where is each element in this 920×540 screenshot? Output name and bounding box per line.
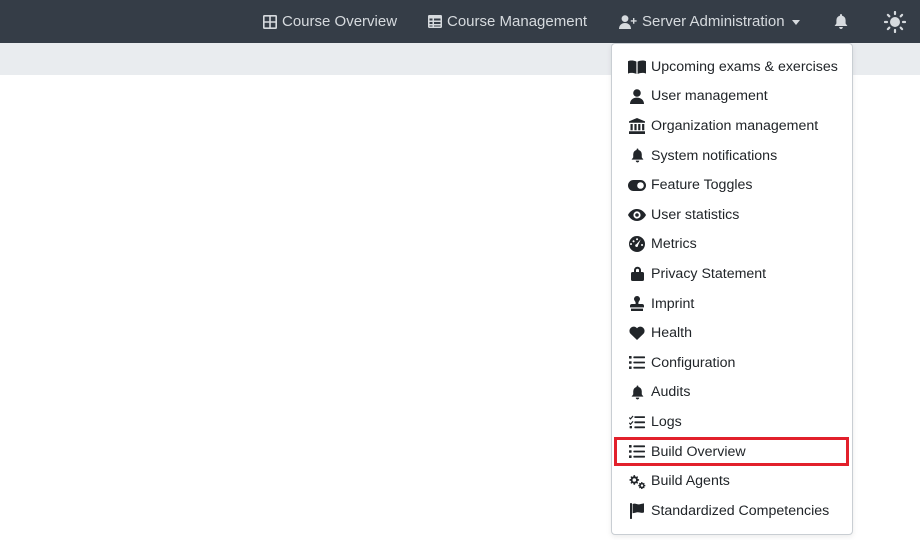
menu-item-health[interactable]: Health bbox=[612, 318, 852, 348]
menu-item-label: Feature Toggles bbox=[651, 177, 753, 194]
bell-icon bbox=[628, 384, 646, 400]
tasks-icon bbox=[628, 414, 646, 430]
user-plus-icon bbox=[619, 14, 637, 29]
nav-course-management-label: Course Management bbox=[447, 13, 588, 30]
menu-item-label: Build Overview bbox=[651, 443, 746, 460]
menu-item-standardized-competencies[interactable]: Standardized Competencies bbox=[612, 496, 852, 526]
nav-course-overview-label: Course Overview bbox=[282, 13, 398, 30]
menu-item-label: Upcoming exams & exercises bbox=[651, 58, 838, 75]
menu-item-label: Privacy Statement bbox=[651, 265, 767, 282]
menu-item-label: User management bbox=[651, 88, 768, 105]
tachometer-icon bbox=[628, 236, 646, 253]
menu-item-label: Logs bbox=[651, 413, 682, 430]
nav-course-overview[interactable]: Course Overview bbox=[263, 0, 397, 43]
bell-icon bbox=[628, 148, 646, 164]
menu-item-imprint[interactable]: Imprint bbox=[612, 289, 852, 319]
list-icon bbox=[628, 444, 646, 460]
nav-server-administration-label: Server Administration bbox=[642, 13, 785, 30]
menu-item-configuration[interactable]: Configuration bbox=[612, 348, 852, 378]
table-icon bbox=[428, 15, 442, 28]
server-administration-dropdown: Upcoming exams & exercises User managemen… bbox=[611, 43, 853, 535]
menu-item-privacy-statement[interactable]: Privacy Statement bbox=[612, 259, 852, 289]
menu-item-label: System notifications bbox=[651, 147, 778, 164]
menu-item-label: Imprint bbox=[651, 295, 695, 312]
menu-item-label: User statistics bbox=[651, 206, 740, 223]
sun-icon bbox=[884, 10, 906, 33]
nav-course-management[interactable]: Course Management bbox=[428, 0, 587, 43]
menu-item-build-overview[interactable]: Build Overview bbox=[614, 436, 849, 467]
th-large-icon bbox=[263, 14, 277, 29]
theme-toggle-button[interactable] bbox=[884, 0, 911, 43]
toggle-on-icon bbox=[628, 177, 646, 193]
university-icon bbox=[628, 117, 646, 134]
menu-item-system-notifications[interactable]: System notifications bbox=[612, 141, 852, 171]
menu-item-metrics[interactable]: Metrics bbox=[612, 230, 852, 260]
notifications-button[interactable] bbox=[834, 0, 853, 43]
menu-item-build-agents[interactable]: Build Agents bbox=[612, 466, 852, 496]
nav-server-administration[interactable]: Server Administration bbox=[619, 0, 800, 43]
menu-item-label: Organization management bbox=[651, 117, 819, 134]
menu-item-audits[interactable]: Audits bbox=[612, 378, 852, 408]
menu-item-label: Metrics bbox=[651, 236, 697, 253]
stamp-icon bbox=[628, 296, 646, 312]
menu-item-user-statistics[interactable]: User statistics bbox=[612, 200, 852, 230]
menu-item-label: Build Agents bbox=[651, 473, 730, 490]
heart-icon bbox=[628, 325, 646, 341]
menu-item-label: Audits bbox=[651, 384, 691, 401]
user-icon bbox=[628, 88, 646, 104]
menu-item-label: Standardized Competencies bbox=[651, 502, 830, 519]
menu-item-feature-toggles[interactable]: Feature Toggles bbox=[612, 170, 852, 200]
top-navbar: Course Overview Course Management Server… bbox=[0, 0, 920, 43]
menu-item-organization-management[interactable]: Organization management bbox=[612, 111, 852, 141]
bell-icon bbox=[834, 14, 848, 29]
menu-item-upcoming-exams-exercises[interactable]: Upcoming exams & exercises bbox=[612, 52, 852, 82]
lock-icon bbox=[628, 266, 646, 282]
caret-down-icon bbox=[791, 19, 800, 25]
menu-item-user-management[interactable]: User management bbox=[612, 82, 852, 112]
eye-icon bbox=[628, 207, 646, 223]
flag-icon bbox=[628, 502, 646, 519]
menu-item-label: Health bbox=[651, 325, 693, 342]
cogs-icon bbox=[628, 473, 646, 489]
menu-item-logs[interactable]: Logs bbox=[612, 407, 852, 437]
book-open-icon bbox=[628, 59, 646, 75]
menu-item-label: Configuration bbox=[651, 354, 736, 371]
list-icon bbox=[628, 355, 646, 371]
